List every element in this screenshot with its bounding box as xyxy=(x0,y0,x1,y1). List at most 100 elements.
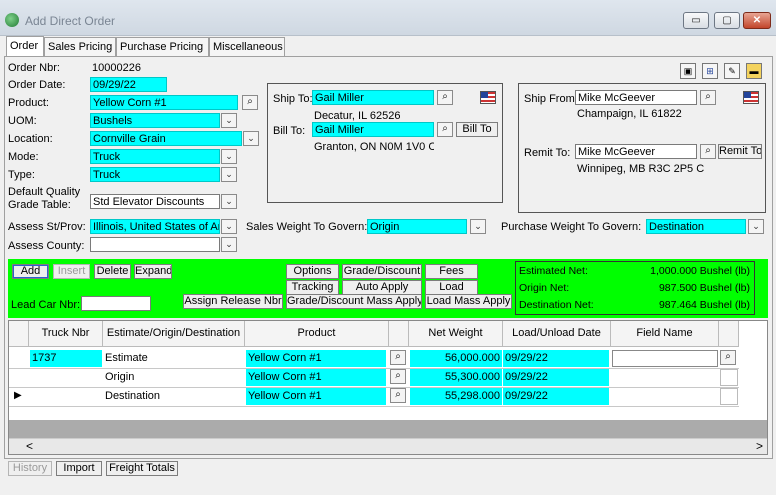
col-product[interactable]: Product xyxy=(245,321,389,347)
ship-from-field[interactable]: Mike McGeever xyxy=(575,90,697,105)
location-select[interactable]: Cornville Grain xyxy=(90,131,242,146)
search-icon[interactable]: ⌕ xyxy=(700,90,716,105)
chevron-down-icon[interactable]: ⌄ xyxy=(221,167,237,182)
product-cell[interactable]: Yellow Corn #1 xyxy=(246,369,386,386)
uom-select[interactable]: Bushels xyxy=(90,113,220,128)
ship-to-field[interactable]: Gail Miller xyxy=(312,90,434,105)
current-row-arrow-icon: ▶ xyxy=(14,390,22,401)
scroll-left-icon[interactable]: < xyxy=(26,439,33,453)
remit-to-field[interactable]: Mike McGeever xyxy=(575,144,697,159)
sales-weight-label: Sales Weight To Govern: xyxy=(246,221,368,233)
destination-net-label: Destination Net: xyxy=(519,299,594,311)
col-stage[interactable]: Estimate/Origin/Destination xyxy=(103,321,245,347)
col-load-date[interactable]: Load/Unload Date xyxy=(503,321,611,347)
net-weight-cell[interactable]: 55,298.000 xyxy=(410,388,502,405)
search-icon[interactable]: ⌕ xyxy=(390,350,406,365)
grade-discount-mass-button[interactable]: Grade/Discount Mass Apply xyxy=(286,294,422,309)
search-icon[interactable]: ⌕ xyxy=(720,350,736,365)
load-button[interactable]: Load xyxy=(425,280,478,295)
chevron-down-icon[interactable]: ⌄ xyxy=(243,131,259,146)
freight-totals-button[interactable]: Freight Totals xyxy=(106,461,178,476)
net-weight-cell[interactable]: 56,000.000 xyxy=(410,350,502,367)
horizontal-scrollbar[interactable] xyxy=(9,438,767,454)
order-date-field[interactable]: 09/29/22 xyxy=(90,77,167,92)
assess-county-select[interactable] xyxy=(90,237,220,252)
stage-cell: Destination xyxy=(105,390,161,402)
chevron-down-icon[interactable]: ⌄ xyxy=(748,219,764,234)
uom-label: UOM: xyxy=(8,115,37,127)
location-label: Location: xyxy=(8,133,53,145)
tab-miscellaneous[interactable]: Miscellaneous xyxy=(209,37,285,57)
tab-order[interactable]: Order xyxy=(6,36,44,57)
remit-to-button[interactable]: Remit To xyxy=(718,144,762,159)
chevron-down-icon[interactable]: ⌄ xyxy=(221,194,237,209)
tracking-button[interactable]: Tracking xyxy=(286,280,339,295)
type-select[interactable]: Truck xyxy=(90,167,220,182)
product-field[interactable]: Yellow Corn #1 xyxy=(90,95,238,110)
purchase-weight-select[interactable]: Destination xyxy=(646,219,746,234)
fees-button[interactable]: Fees xyxy=(425,264,478,279)
expand-button[interactable]: Expand xyxy=(134,264,172,279)
net-weight-cell[interactable]: 55,300.000 xyxy=(410,369,502,386)
edit-icon[interactable]: ✎ xyxy=(724,63,740,79)
delete-button[interactable]: Delete xyxy=(94,264,131,279)
save-icon[interactable]: ▣ xyxy=(680,63,696,79)
scroll-right-icon[interactable]: > xyxy=(756,439,763,453)
type-label: Type: xyxy=(8,169,35,181)
assign-release-button[interactable]: Assign Release Nbr xyxy=(183,294,283,309)
search-icon[interactable]: ⌕ xyxy=(700,144,716,159)
chevron-down-icon[interactable]: ⌄ xyxy=(221,219,237,234)
truck-nbr-cell[interactable]: 1737 xyxy=(30,350,102,367)
load-date-cell[interactable]: 09/29/22 xyxy=(503,369,609,386)
folder-icon[interactable]: ▬ xyxy=(746,63,762,79)
ship-to-address: Decatur, IL 62526 xyxy=(314,110,401,122)
load-date-cell[interactable]: 09/29/22 xyxy=(503,350,609,367)
tab-purchase-pricing[interactable]: Purchase Pricing xyxy=(116,37,209,57)
us-flag-icon xyxy=(480,91,496,104)
minimize-button[interactable]: ▭ xyxy=(683,12,709,29)
product-cell[interactable]: Yellow Corn #1 xyxy=(246,388,386,405)
field-name-cell[interactable] xyxy=(720,369,738,386)
sales-weight-select[interactable]: Origin xyxy=(367,219,467,234)
product-cell[interactable]: Yellow Corn #1 xyxy=(246,350,386,367)
chevron-down-icon[interactable]: ⌄ xyxy=(221,237,237,252)
insert-button[interactable]: Insert xyxy=(53,264,90,279)
auto-apply-button[interactable]: Auto Apply xyxy=(342,280,422,295)
col-truck-nbr[interactable]: Truck Nbr xyxy=(29,321,103,347)
options-button[interactable]: Options xyxy=(286,264,339,279)
col-field-name[interactable]: Field Name xyxy=(611,321,719,347)
grid-icon[interactable]: ⊞ xyxy=(702,63,718,79)
search-icon[interactable]: ⌕ xyxy=(437,90,453,105)
search-icon[interactable]: ⌕ xyxy=(242,95,258,110)
load-date-cell[interactable]: 09/29/22 xyxy=(503,388,609,405)
tab-sales-pricing[interactable]: Sales Pricing xyxy=(44,37,116,57)
truck-nbr-cell[interactable] xyxy=(30,369,102,386)
col-field-lookup xyxy=(719,321,739,347)
bill-to-field[interactable]: Gail Miller xyxy=(312,122,434,137)
col-net-weight[interactable]: Net Weight xyxy=(409,321,503,347)
truck-nbr-cell[interactable] xyxy=(30,388,102,405)
load-mass-apply-button[interactable]: Load Mass Apply xyxy=(425,294,512,309)
search-icon[interactable]: ⌕ xyxy=(390,369,406,384)
chevron-down-icon[interactable]: ⌄ xyxy=(221,113,237,128)
assess-st-select[interactable]: Illinois, United States of An xyxy=(90,219,220,234)
lead-car-field[interactable] xyxy=(81,296,151,311)
remit-to-label: Remit To: xyxy=(524,147,571,159)
close-button[interactable]: ✕ xyxy=(743,12,771,29)
grade-table-select[interactable]: Std Elevator Discounts xyxy=(90,194,220,209)
search-icon[interactable]: ⌕ xyxy=(390,388,406,403)
grade-discount-button[interactable]: Grade/Discount xyxy=(342,264,422,279)
field-name-cell[interactable] xyxy=(612,350,718,367)
bill-to-button[interactable]: Bill To xyxy=(456,122,498,137)
assess-st-label: Assess St/Prov: xyxy=(8,221,86,233)
field-name-cell[interactable] xyxy=(720,388,738,405)
mode-select[interactable]: Truck xyxy=(90,149,220,164)
search-icon[interactable]: ⌕ xyxy=(437,122,453,137)
ship-from-label: Ship From: xyxy=(524,93,578,105)
add-button[interactable]: Add xyxy=(12,264,49,279)
import-button[interactable]: Import xyxy=(56,461,102,476)
chevron-down-icon[interactable]: ⌄ xyxy=(221,149,237,164)
maximize-button[interactable]: ▢ xyxy=(714,12,740,29)
chevron-down-icon[interactable]: ⌄ xyxy=(470,219,486,234)
history-button[interactable]: History xyxy=(8,461,52,476)
